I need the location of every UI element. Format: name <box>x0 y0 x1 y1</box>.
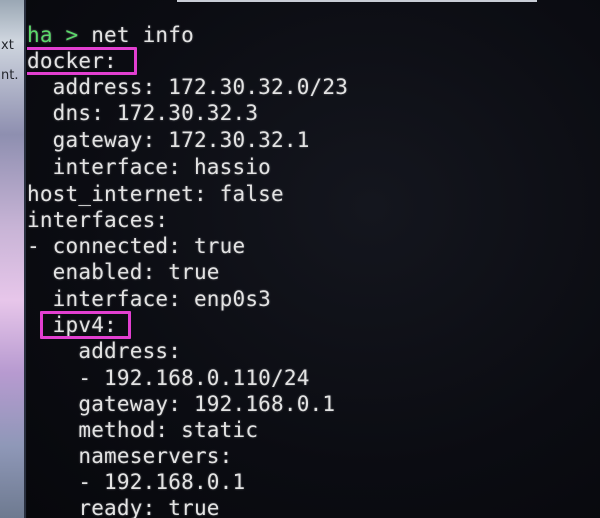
output-line-ipv4-method: method: static <box>27 418 259 442</box>
top-bar <box>177 0 537 2</box>
output-line-nameservers: nameservers: <box>27 444 233 468</box>
output-line-ready: ready: true <box>27 496 220 518</box>
output-line-nameserver-value: - 192.168.0.1 <box>27 470 246 494</box>
output-line-ipv4-gateway: gateway: 192.168.0.1 <box>27 392 336 416</box>
bezel-text-1: xt <box>1 38 14 53</box>
bezel-edge <box>24 0 26 518</box>
bezel-text-2: nt. <box>1 68 19 83</box>
prompt-arrow-icon: > <box>65 23 79 47</box>
screen-bezel-left: xt nt. <box>0 0 26 518</box>
output-line-docker-dns: dns: 172.30.32.3 <box>27 101 259 125</box>
output-line-enabled: enabled: true <box>27 260 220 284</box>
terminal-window[interactable]: ha > net info docker: address: 172.30.32… <box>27 0 600 518</box>
output-line-connected: - connected: true <box>27 234 246 258</box>
output-line-host-internet: host_internet: false <box>27 182 284 206</box>
command-text: net info <box>91 23 194 47</box>
output-line-interfaces: interfaces: <box>27 208 169 232</box>
output-line-interface: interface: enp0s3 <box>27 287 272 311</box>
highlight-box-docker <box>27 47 137 75</box>
output-line-docker-interface: interface: hassio <box>27 155 272 179</box>
prompt-host: ha <box>27 23 53 47</box>
output-line-ipv4-address: address: <box>27 339 182 363</box>
output-line-docker-address: address: 172.30.32.0/23 <box>27 75 349 99</box>
output-line-docker-gateway: gateway: 172.30.32.1 <box>27 128 310 152</box>
prompt-line: ha > net info <box>27 22 194 48</box>
output-line-ipv4-address-value: - 192.168.0.110/24 <box>27 366 310 390</box>
highlight-box-ipv4 <box>40 311 131 339</box>
